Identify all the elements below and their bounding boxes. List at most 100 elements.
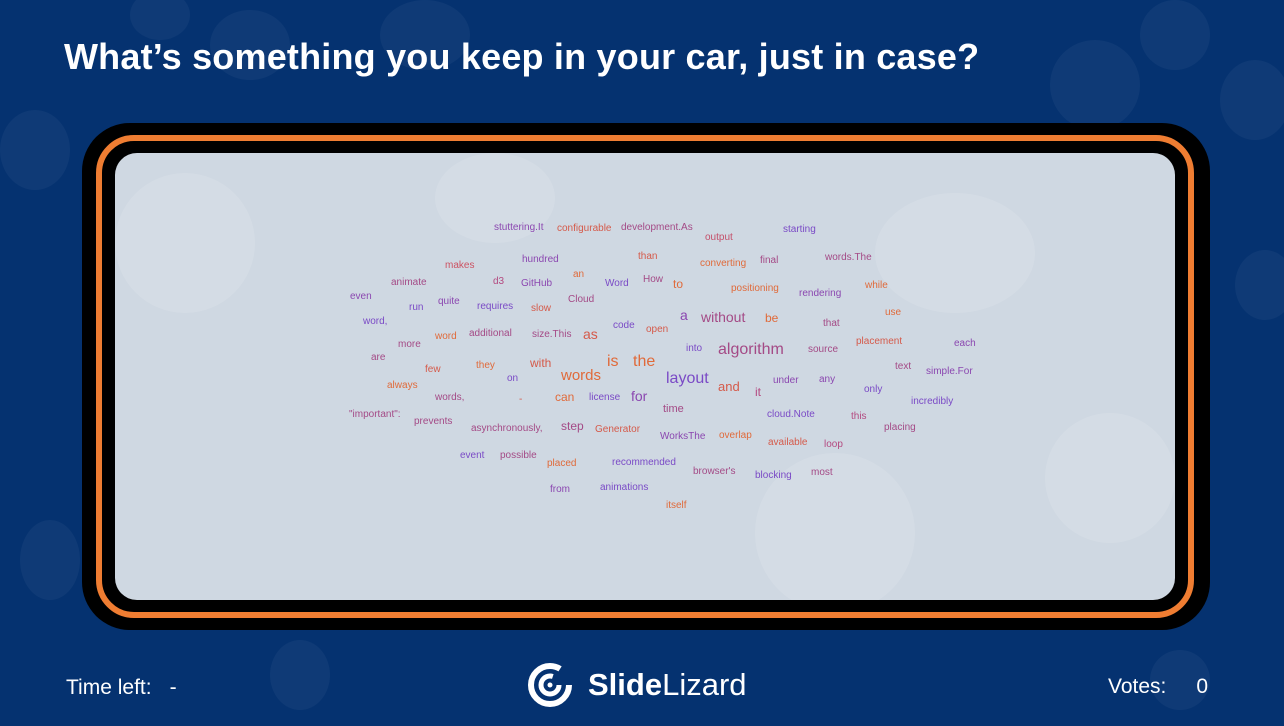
word-cloud-word: few <box>425 364 441 375</box>
bg-bubble <box>1050 40 1140 130</box>
word-cloud-word: configurable <box>557 223 612 234</box>
word-cloud-word: that <box>823 318 840 329</box>
word-cloud-word: open <box>646 324 669 335</box>
word-cloud-word: itself <box>666 500 687 511</box>
word-cloud-word: hundred <box>522 254 559 265</box>
bg-bubble <box>270 640 330 710</box>
word-cloud-word: with <box>530 356 552 370</box>
word-cloud-word: Cloud <box>568 294 595 305</box>
word-cloud-word: code <box>613 320 635 331</box>
word-cloud-word: for <box>631 388 648 404</box>
votes-label: Votes: <box>1108 675 1167 698</box>
word-cloud-word: license <box>589 392 621 403</box>
word-cloud-word: asynchronously, <box>471 423 543 434</box>
word-cloud: stuttering.It configurable development.As o… <box>115 153 1175 600</box>
word-cloud-word: while <box>865 280 888 291</box>
word-cloud-word: quite <box>438 296 460 307</box>
word-cloud-word: loop <box>824 439 843 450</box>
bg-bubble <box>1140 0 1210 70</box>
bg-bubble <box>0 110 70 190</box>
word-cloud-word: event <box>460 450 485 461</box>
word-cloud-word: step <box>561 419 584 433</box>
brand-name-regular: Lizard <box>662 667 747 702</box>
word-cloud-word: an <box>573 269 585 280</box>
word-cloud-word: - <box>519 394 523 405</box>
time-left-value: - <box>169 676 177 699</box>
word-cloud-word: simple.For <box>926 366 973 377</box>
word-cloud-word: recommended <box>612 457 676 468</box>
word-cloud-word: under <box>773 375 799 386</box>
word-cloud-word: positioning <box>731 283 779 294</box>
word-cloud-word: most <box>811 467 833 478</box>
word-cloud-word: as <box>583 326 598 342</box>
word-cloud-word: use <box>885 307 902 318</box>
word-cloud-word: browser's <box>693 466 736 477</box>
word-cloud-word: it <box>755 385 761 399</box>
word-cloud-word: from <box>550 484 570 495</box>
brand-name: SlideLizard <box>588 667 747 703</box>
word-cloud-word: possible <box>500 450 537 461</box>
word-cloud-word: starting <box>783 224 816 235</box>
word-cloud-word: converting <box>700 258 747 269</box>
word-cloud-word: animations <box>600 482 649 493</box>
word-cloud-word: rendering <box>799 288 842 299</box>
question-title: What’s something you keep in your car, j… <box>64 36 980 77</box>
word-cloud-word: placement <box>856 336 903 347</box>
word-cloud-word: requires <box>477 301 514 312</box>
time-left: Time left: - <box>66 676 177 700</box>
word-cloud-word: output <box>705 232 733 243</box>
word-cloud-word: is <box>607 353 619 370</box>
word-cloud-word: than <box>638 251 658 262</box>
word-cloud-word: cloud.Note <box>767 409 815 420</box>
word-cloud-word: placed <box>547 458 577 469</box>
word-cloud-word: to <box>673 277 684 291</box>
word-cloud-word: WorksThe <box>660 431 706 442</box>
word-cloud-word: words <box>561 367 602 384</box>
word-cloud-word: GitHub <box>521 278 553 289</box>
word-cloud-word: time <box>663 403 684 415</box>
word-cloud-word: source <box>808 344 839 355</box>
word-cloud-word: only <box>864 384 883 395</box>
bg-bubble <box>1235 250 1284 320</box>
word-cloud-word: a <box>680 307 688 323</box>
bg-bubble <box>1220 60 1284 140</box>
word-cloud-word: this <box>851 411 867 422</box>
word-cloud-word: Word <box>605 278 629 289</box>
word-cloud-word: Generator <box>595 424 641 435</box>
word-cloud-word: slow <box>531 303 552 314</box>
word-cloud-word: layout <box>666 370 709 387</box>
word-cloud-word: How <box>643 274 664 285</box>
time-left-label: Time left: <box>66 676 152 699</box>
word-cloud-word: are <box>371 352 386 363</box>
bg-bubble <box>20 520 80 600</box>
word-cloud-word: placing <box>884 422 916 433</box>
word-cloud-word: and <box>718 379 740 394</box>
word-cloud-word: word <box>435 331 457 342</box>
slidelizard-logo: SlideLizard <box>528 662 747 708</box>
word-cloud-word: size.This <box>532 329 572 340</box>
word-cloud-word: algorithm <box>718 341 784 358</box>
votes-count: 0 <box>1196 675 1209 698</box>
word-cloud-word: words, <box>435 392 465 403</box>
bg-bubble <box>130 0 190 40</box>
word-cloud-word: additional <box>469 328 512 339</box>
word-cloud-word: "important": <box>349 409 401 420</box>
word-cloud-word: can <box>555 390 575 404</box>
word-cloud-word: animate <box>391 277 427 288</box>
word-cloud-word: even <box>350 291 372 302</box>
brand-name-bold: Slide <box>588 667 663 702</box>
word-cloud-word: development.As <box>621 222 693 233</box>
word-cloud-word: word, <box>363 316 388 327</box>
word-cloud-canvas: stuttering.It configurable development.As o… <box>115 153 1175 600</box>
word-cloud-word: makes <box>445 260 475 271</box>
word-cloud-word: without <box>701 309 746 325</box>
word-cloud-word: the <box>633 353 656 370</box>
votes: Votes: 0 <box>1108 675 1208 699</box>
word-cloud-word: incredibly <box>911 396 954 407</box>
word-cloud-word: they <box>476 360 495 371</box>
word-cloud-word: words.The <box>825 252 872 263</box>
word-cloud-word: prevents <box>414 416 453 427</box>
word-cloud-word: any <box>819 374 836 385</box>
word-cloud-word: into <box>686 343 703 354</box>
word-cloud-word: be <box>765 311 779 325</box>
